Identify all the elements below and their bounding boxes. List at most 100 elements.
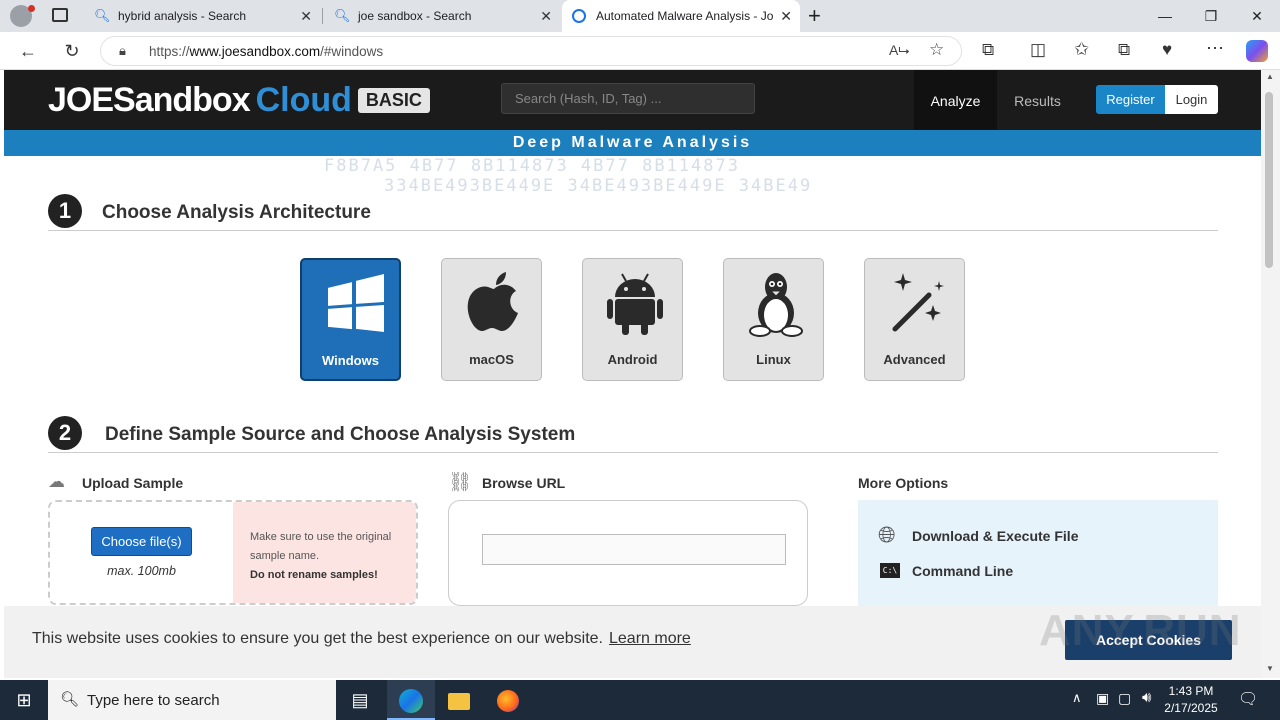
- url-domain: www.joesandbox.com: [189, 44, 321, 59]
- windows-icon: [328, 273, 384, 332]
- command-line-option[interactable]: Command Line: [912, 563, 1013, 579]
- collections-icon[interactable]: ⧉: [1118, 40, 1130, 60]
- arch-android-button[interactable]: Android: [582, 258, 683, 381]
- site-search-input[interactable]: Search (Hash, ID, Tag) ...: [501, 83, 755, 114]
- browser-toolbar: ← ↻ 🔒︎ https://www.joesandbox.com/#windo…: [0, 32, 1280, 70]
- more-menu-icon[interactable]: ⋯: [1206, 38, 1224, 59]
- task-view-icon[interactable]: ▤: [336, 680, 384, 720]
- more-options-arrow: [1154, 500, 1218, 606]
- browser-tab-strip: 🔍︎ hybrid analysis - Search ✕ 🔍︎ joe san…: [0, 0, 1280, 32]
- login-button[interactable]: Login: [1165, 85, 1218, 114]
- minimize-icon[interactable]: —: [1142, 0, 1188, 32]
- logo-main-text: JOESandbox: [48, 80, 251, 119]
- tagline-banner: Deep Malware Analysis: [4, 130, 1261, 156]
- url-text: https://www.joesandbox.com/#windows: [149, 44, 383, 59]
- favorite-star-icon[interactable]: ☆: [929, 40, 944, 60]
- firefox-icon[interactable]: [484, 680, 532, 720]
- cookie-message: This website uses cookies to ensure you …: [32, 630, 603, 647]
- step1-title: Choose Analysis Architecture: [102, 202, 371, 223]
- url-prefix: https://: [149, 44, 190, 59]
- copilot-icon[interactable]: [1246, 40, 1268, 62]
- nav-results[interactable]: Results: [1000, 70, 1075, 130]
- restore-icon[interactable]: ❐: [1188, 0, 1234, 32]
- scroll-down-icon[interactable]: ▼: [1266, 664, 1274, 673]
- profile-notification-dot: [28, 5, 35, 12]
- browse-url-box: [448, 500, 808, 606]
- divider: [48, 452, 1218, 453]
- tab-hybrid-analysis[interactable]: 🔍︎ hybrid analysis - Search ✕: [84, 0, 320, 32]
- refresh-icon[interactable]: ↻: [58, 38, 86, 64]
- arch-windows-button[interactable]: Windows: [300, 258, 401, 381]
- volume-icon[interactable]: 🔊︎: [1142, 689, 1151, 706]
- arch-linux-button[interactable]: Linux: [723, 258, 824, 381]
- tab-actions-icon[interactable]: [52, 8, 68, 22]
- page-scrollbar[interactable]: ▲ ▼: [1261, 70, 1280, 678]
- windows-start-icon[interactable]: ⊞: [0, 680, 48, 720]
- learn-more-link[interactable]: Learn more: [609, 630, 691, 647]
- upload-dropzone[interactable]: Choose file(s) max. 100mb Make sure to u…: [48, 500, 418, 605]
- notifications-icon[interactable]: 🗨︎: [1238, 689, 1258, 709]
- taskbar-search-box[interactable]: 🔍︎ Type here to search: [48, 680, 336, 720]
- browse-url-input[interactable]: [482, 534, 786, 565]
- read-aloud-icon[interactable]: A⮡: [889, 42, 910, 59]
- close-tab-icon[interactable]: ✕: [780, 8, 792, 25]
- scroll-up-icon[interactable]: ▲: [1266, 72, 1274, 81]
- download-execute-option[interactable]: Download & Execute File: [912, 528, 1078, 544]
- windows-taskbar: ⊞ 🔍︎ Type here to search ▤ ∧ ▣ ▢ 🔊︎ 1:43…: [0, 680, 1280, 720]
- upload-left: Choose file(s) max. 100mb: [50, 502, 233, 603]
- web-page: JOESandbox Cloud BASIC Search (Hash, ID,…: [4, 70, 1261, 678]
- cloud-upload-icon: ☁︎: [48, 472, 65, 491]
- upload-sample-label: Upload Sample: [82, 475, 184, 491]
- scrollbar-thumb[interactable]: [1265, 92, 1273, 268]
- arch-label: Linux: [756, 352, 791, 367]
- register-button[interactable]: Register: [1096, 85, 1165, 114]
- magic-wand-icon: [892, 273, 944, 332]
- extensions-icon[interactable]: ⧉: [982, 40, 994, 60]
- taskbar-clock[interactable]: 1:43 PM 2/17/2025: [1160, 683, 1222, 717]
- tab-separator: [322, 8, 323, 24]
- network-icon[interactable]: ▢: [1118, 690, 1131, 707]
- address-bar[interactable]: 🔒︎ https://www.joesandbox.com/#windows A…: [100, 36, 962, 66]
- arch-advanced-button[interactable]: Advanced: [864, 258, 965, 381]
- chevron-up-icon[interactable]: ∧: [1072, 690, 1082, 706]
- max-size-text: max. 100mb: [107, 564, 176, 578]
- arch-macos-button[interactable]: macOS: [441, 258, 542, 381]
- logo-badge: BASIC: [357, 87, 430, 113]
- tab-title: joe sandbox - Search: [358, 9, 472, 23]
- choose-files-button[interactable]: Choose file(s): [91, 527, 192, 556]
- tab-title: Automated Malware Analysis - Jo: [596, 9, 774, 23]
- clock-time: 1:43 PM: [1168, 684, 1214, 698]
- link-chain-icon: ⛓︎: [448, 472, 473, 493]
- search-icon: 🔍︎: [334, 8, 351, 23]
- device-icon[interactable]: ▣: [1096, 690, 1109, 707]
- arch-label: Advanced: [883, 352, 946, 367]
- tab-automated-malware-analysis[interactable]: Automated Malware Analysis - Jo ✕: [562, 0, 800, 32]
- step-number-2: 2: [48, 416, 82, 450]
- url-path: /#windows: [320, 44, 384, 59]
- close-tab-icon[interactable]: ✕: [300, 8, 312, 25]
- cookie-text: This website uses cookies to ensure you …: [32, 630, 691, 648]
- hex-line: 334BE493BE449E 34BE493BE449E 34BE49: [384, 176, 813, 196]
- joe-sandbox-logo[interactable]: JOESandbox Cloud BASIC: [48, 80, 430, 120]
- globe-download-icon: 🌐︎: [878, 522, 896, 547]
- step-number-1: 1: [48, 194, 82, 228]
- nav-analyze[interactable]: Analyze: [914, 70, 997, 130]
- arch-label: macOS: [469, 352, 514, 367]
- lock-icon[interactable]: 🔒︎: [119, 43, 126, 59]
- favorites-icon[interactable]: ✩: [1074, 39, 1089, 60]
- close-tab-icon[interactable]: ✕: [540, 8, 552, 25]
- arch-label: Android: [607, 352, 658, 367]
- edge-icon[interactable]: [387, 680, 435, 720]
- taskbar-search-placeholder: Type here to search: [87, 692, 220, 709]
- logo-cloud-text: Cloud: [255, 80, 352, 119]
- back-arrow-icon[interactable]: ←: [14, 38, 42, 64]
- upload-note-text: Make sure to use the original sample nam…: [250, 531, 392, 562]
- browser-essentials-icon[interactable]: ♥: [1162, 40, 1172, 60]
- tab-joe-sandbox-search[interactable]: 🔍︎ joe sandbox - Search ✕: [324, 0, 560, 32]
- upload-note-bold: Do not rename samples!: [250, 569, 378, 581]
- clock-date: 2/17/2025: [1164, 701, 1218, 715]
- new-tab-button[interactable]: +: [808, 3, 821, 29]
- close-window-icon[interactable]: ✕: [1234, 0, 1280, 32]
- split-screen-icon[interactable]: ◫: [1030, 40, 1046, 60]
- file-explorer-icon[interactable]: [435, 680, 483, 720]
